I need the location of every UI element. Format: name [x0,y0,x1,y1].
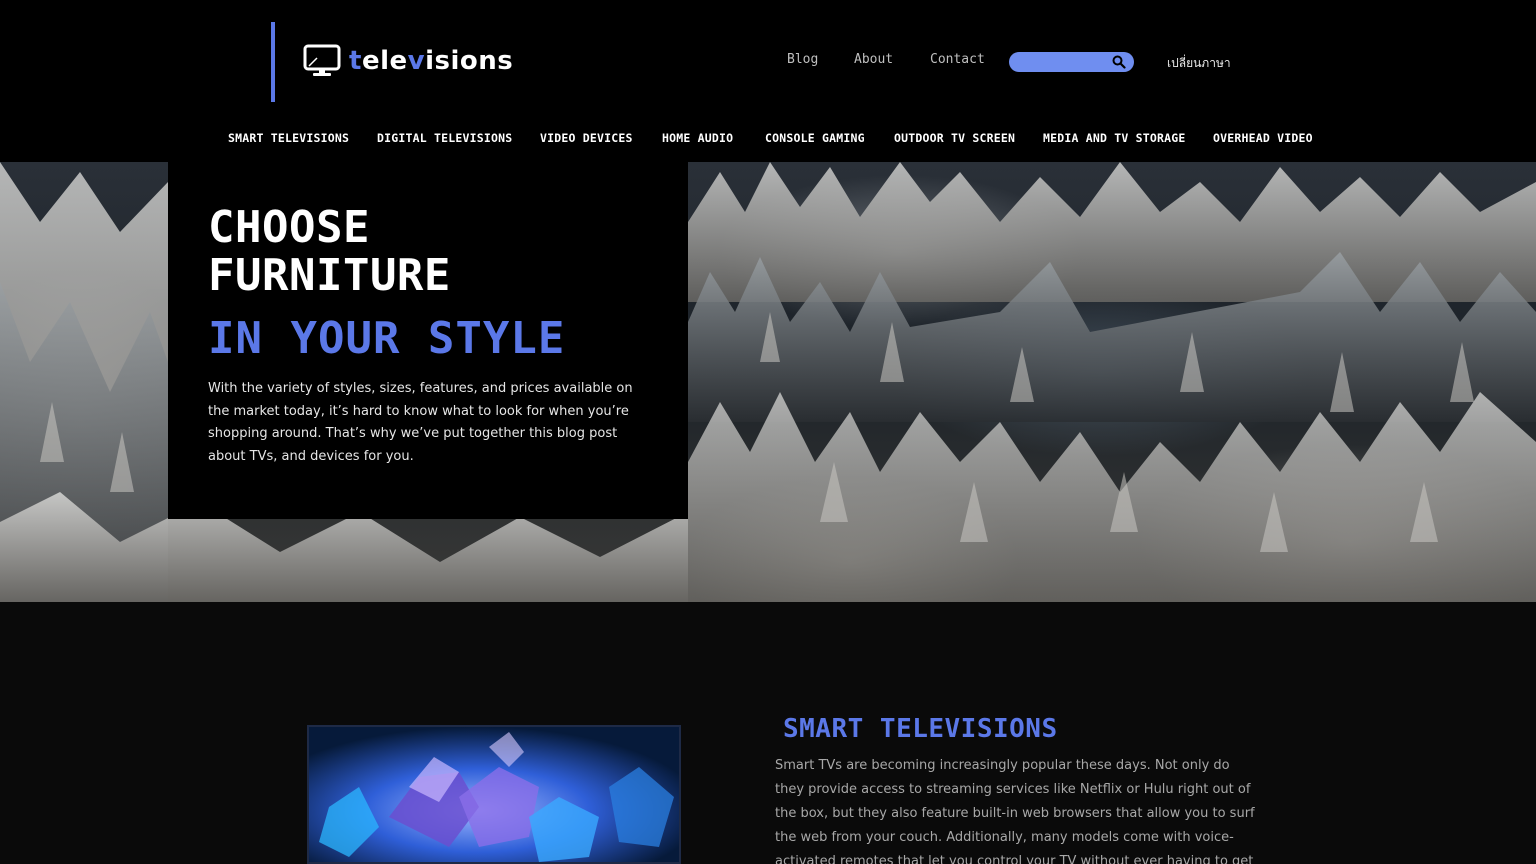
nav-item-overhead-video[interactable]: OVERHEAD VIDEO [1213,131,1313,145]
nav-item-console-gaming[interactable]: CONSOLE GAMING [765,131,865,145]
top-link-blog[interactable]: Blog [787,52,818,67]
nav-item-video-devices[interactable]: VIDEO DEVICES [540,131,633,145]
hero-description: With the variety of styles, sizes, featu… [208,381,633,464]
language-switch[interactable]: เปลี่ยนภาษา [1167,54,1231,73]
crystal-image [309,727,679,862]
site-logo[interactable]: televisions [303,44,513,78]
nav-item-media-and-tv-storage[interactable]: MEDIA AND TV STORAGE [1043,131,1185,145]
smart-tv-section [0,602,1536,864]
nav-item-digital-televisions[interactable]: DIGITAL TELEVISIONS [377,131,512,145]
section-description: Smart TVs are becoming increasingly popu… [775,758,1255,864]
monitor-icon [303,44,341,76]
nav-item-home-audio[interactable]: HOME AUDIO [662,131,733,145]
section-title: SMART TELEVISIONS [783,714,1058,744]
logo-text: televisions [349,46,514,76]
nav-item-outdoor-tv-screen[interactable]: OUTDOOR TV SCREEN [894,131,1015,145]
search-input[interactable] [1019,54,1109,70]
nav-item-smart-televisions[interactable]: SMART TELEVISIONS [228,131,349,145]
smart-tv-image [307,725,681,864]
site-header: televisions Blog About Contact เปลี่ยนภา… [0,0,1536,162]
logo-divider [271,22,275,102]
hero-subtitle: IN YOUR STYLE [208,313,566,364]
top-link-about[interactable]: About [854,52,893,67]
search-icon[interactable] [1112,55,1126,69]
top-link-contact[interactable]: Contact [930,52,985,67]
main-nav: SMART TELEVISIONS DIGITAL TELEVISIONS VI… [0,131,1536,147]
hero-title: CHOOSE FURNITURE [208,202,451,301]
search-box [1009,52,1134,72]
